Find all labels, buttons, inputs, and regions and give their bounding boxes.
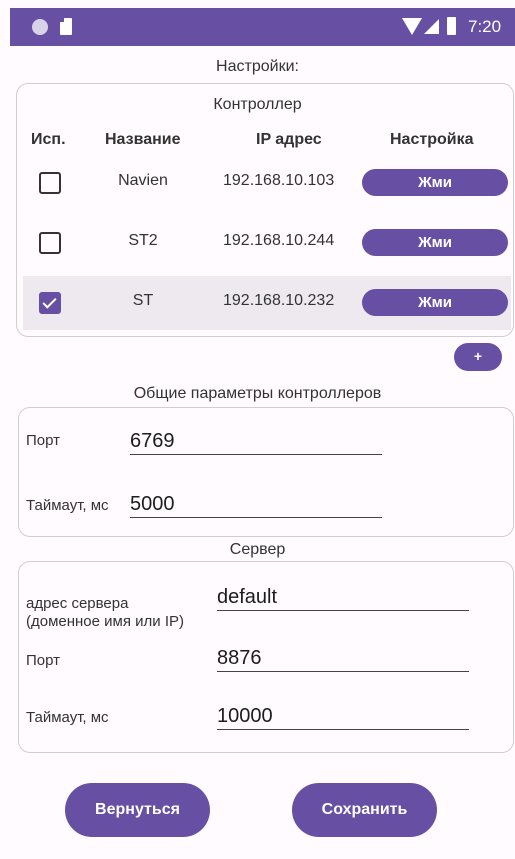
header-settings: Настройка bbox=[390, 131, 474, 148]
server-port-field[interactable]: 8876 bbox=[217, 645, 469, 672]
header-name: Название bbox=[105, 131, 181, 148]
table-row: ST 192.168.10.232 Жми bbox=[23, 276, 511, 330]
status-bar: 7:20 bbox=[10, 8, 515, 46]
server-section-title: Сервер bbox=[229, 541, 286, 558]
controller-name: Navien bbox=[118, 172, 168, 189]
controller-port-field[interactable]: 6769 bbox=[130, 428, 382, 455]
server-address-label-line1: адрес сервера bbox=[26, 595, 129, 612]
controller-table-header: Исп. Название IP адрес Настройка bbox=[22, 131, 512, 153]
configure-button[interactable]: Жми bbox=[362, 289, 508, 316]
server-address-label-line2: (доменное имя или IP) bbox=[26, 613, 184, 630]
server-timeout-label: Таймаут, мс bbox=[26, 709, 109, 726]
use-checkbox[interactable] bbox=[39, 232, 61, 254]
save-button[interactable]: Сохранить bbox=[292, 783, 437, 837]
server-timeout-field[interactable]: 10000 bbox=[217, 703, 469, 730]
controller-ip: 192.168.10.103 bbox=[223, 172, 335, 189]
server-address-field[interactable]: default bbox=[217, 584, 469, 611]
controller-name: ST2 bbox=[128, 232, 158, 249]
controller-timeout-field[interactable]: 5000 bbox=[130, 491, 382, 518]
header-ip: IP адрес bbox=[256, 131, 322, 148]
use-checkbox[interactable] bbox=[39, 172, 61, 194]
sd-card-icon bbox=[60, 18, 72, 35]
common-section-title: Общие параметры контроллеров bbox=[133, 385, 382, 402]
table-row: ST2 192.168.10.244 Жми bbox=[23, 216, 511, 270]
status-time: 7:20 bbox=[468, 17, 502, 36]
notification-dot-icon bbox=[32, 19, 48, 35]
back-button[interactable]: Вернуться bbox=[65, 783, 210, 837]
page-title: Настройки: bbox=[216, 58, 299, 75]
use-checkbox[interactable] bbox=[39, 292, 61, 314]
controller-ip: 192.168.10.244 bbox=[223, 232, 335, 249]
battery-icon bbox=[447, 17, 456, 35]
add-controller-button[interactable]: + bbox=[454, 343, 502, 371]
controller-name: ST bbox=[132, 292, 154, 309]
controller-section-title: Контроллер bbox=[213, 96, 302, 113]
configure-button[interactable]: Жми bbox=[362, 169, 508, 196]
wifi-icon bbox=[402, 18, 422, 35]
header-use: Исп. bbox=[31, 131, 66, 148]
server-address-label: адрес сервера (доменное имя или IP) bbox=[26, 595, 184, 631]
controller-port-label: Порт bbox=[26, 432, 61, 449]
configure-button[interactable]: Жми bbox=[362, 229, 508, 256]
controller-timeout-label: Таймаут, мс bbox=[26, 497, 109, 514]
cell-signal-icon bbox=[424, 19, 439, 34]
table-row: Navien 192.168.10.103 Жми bbox=[23, 156, 511, 210]
server-port-label: Порт bbox=[26, 652, 61, 669]
controller-ip: 192.168.10.232 bbox=[223, 292, 335, 309]
settings-screen: 7:20 Настройки: Контроллер Исп. Название… bbox=[0, 0, 515, 859]
